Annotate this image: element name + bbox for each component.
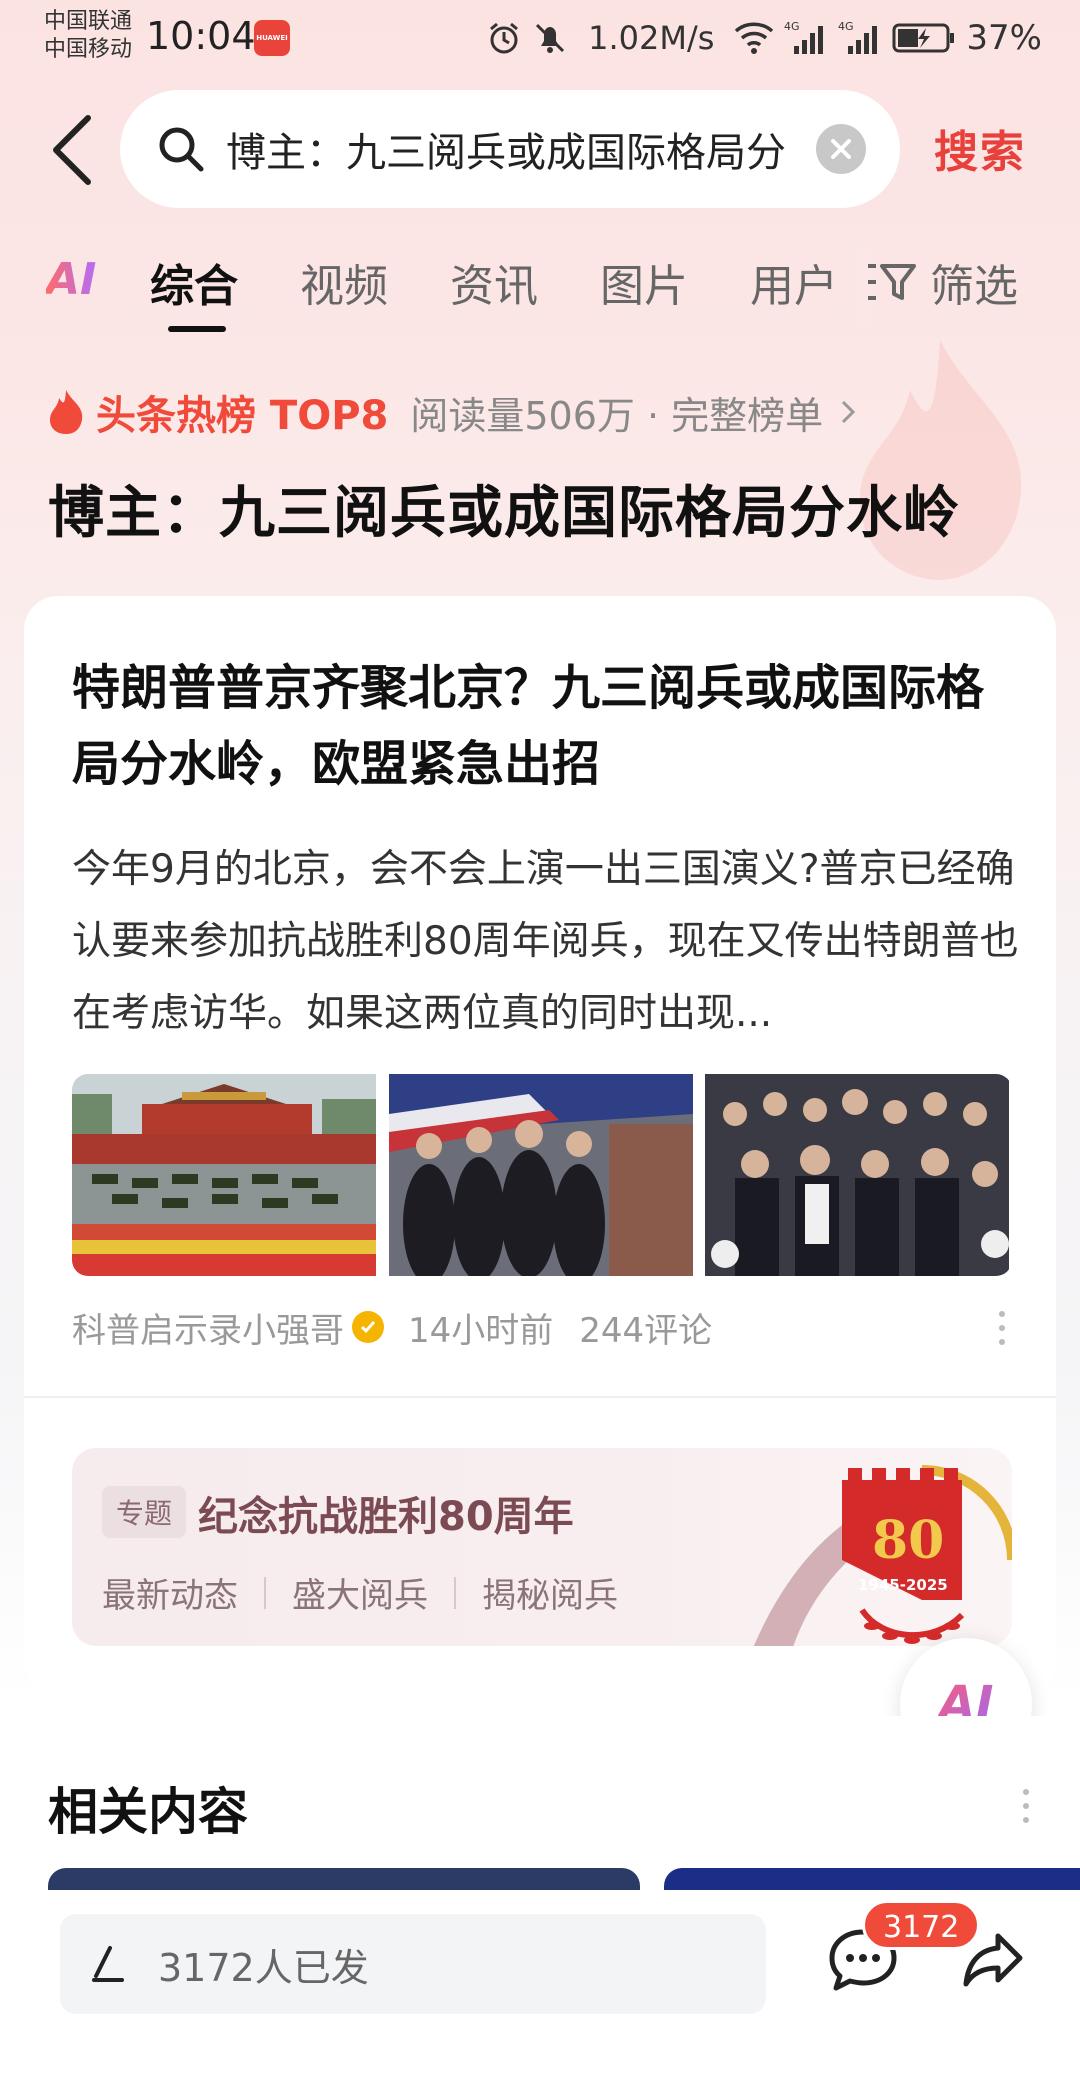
divider [264,1576,266,1609]
carrier-info: 中国联通 中国移动 [44,8,132,64]
filter-button[interactable]: 筛选 [866,250,1018,314]
publish-time: 14小时前 [408,1310,554,1351]
article-images[interactable] [72,1074,1012,1276]
navigation-hint [0,2066,1080,2080]
signal-icon-2: 4G [838,20,878,54]
article-summary[interactable]: 今年9月的北京，会不会上演一出三国演义?普京已经确认要来参加抗战胜利80周年阅兵… [72,834,1022,1050]
article-card[interactable]: 特朗普普京齐聚北京？九三阅兵或成国际格局分水岭，欧盟紧急出招 今年9月的北京，会… [24,596,1056,1694]
huawei-app-icon: HUAWEI [254,20,290,56]
status-indicators: 1.02M/s 4G 4G 37% [486,16,1042,60]
search-icon [159,127,204,172]
tab-video[interactable]: 视频 [300,250,388,314]
status-bar: 中国联通 中国移动 10:04 HUAWEI 1.02M/s 4G 4G 37% [0,0,1080,78]
battery-icon [892,23,955,53]
tab-comprehensive[interactable]: 综合 [150,250,238,314]
clear-icon[interactable] [816,124,866,174]
svg-text:4G: 4G [838,20,854,33]
chevron-right-icon [842,400,856,424]
author-name[interactable]: 科普启示录小强哥 [72,1303,344,1352]
flame-decoration-icon [860,340,1022,580]
active-tab-indicator [168,326,226,332]
page-title: 博主：九三阅兵或成国际格局分水岭 [48,481,960,546]
clock: 10:04 [146,14,256,58]
divider [24,1396,1056,1398]
emblem-years: 1945-2025 [858,1576,948,1594]
mute-icon [536,23,565,53]
hot-rank-label: 头条热榜 TOP8 [96,393,389,439]
search-button[interactable]: 搜索 [934,116,1026,180]
topic-links: 最新动态 盛大阅兵 揭秘阅兵 [102,1568,618,1617]
share-icon[interactable] [962,1928,1024,1990]
tab-news[interactable]: 资讯 [450,250,538,314]
flame-icon [50,390,83,434]
filter-icon [868,264,916,300]
tab-users[interactable]: 用户 [750,250,838,314]
carrier-1: 中国联通 [44,9,133,34]
svg-text:4G: 4G [784,20,800,33]
related-title: 相关内容 [48,1783,248,1841]
verified-icon [352,1311,384,1343]
topic-banner[interactable]: 专题 纪念抗战胜利80周年 最新动态 盛大阅兵 揭秘阅兵 80 1945-202… [72,1448,1012,1646]
filter-label: 筛选 [930,261,1018,312]
more-icon[interactable] [998,1308,1006,1348]
anniversary-emblem-icon: 80 1945-2025 [753,1465,1012,1646]
hot-rank-row[interactable]: 头条热榜 TOP8 阅读量506万 · 完整榜单 [46,386,861,439]
comment-input[interactable]: 3172人已发 [60,1914,766,2014]
emblem-number: 80 [872,1510,944,1571]
hot-rank-meta: 阅读量506万 · 完整榜单 [410,393,824,438]
topic-title[interactable]: 纪念抗战胜利80周年 [198,1484,574,1542]
wifi-icon [735,22,774,54]
network-speed: 1.02M/s [588,19,715,57]
topic-tag: 专题 [102,1486,187,1538]
search-input[interactable]: 博主：九三阅兵或成国际格局分水岭 [120,90,900,208]
divider [454,1576,456,1609]
back-icon[interactable] [48,112,98,188]
comment-placeholder: 3172人已发 [158,1945,369,1990]
topic-link-reveal[interactable]: 揭秘阅兵 [482,1568,618,1617]
tab-images[interactable]: 图片 [600,250,688,314]
signal-icon-1: 4G [784,20,824,54]
image-tiananmen-parade[interactable] [72,1074,379,1276]
image-trump-crowd[interactable] [705,1074,1012,1276]
comment-count: 244评论 [579,1310,713,1351]
battery-percent: 37% [966,18,1042,58]
article-title[interactable]: 特朗普普京齐聚北京？九三阅兵或成国际格局分水岭，欧盟紧急出招 [72,650,1012,802]
image-putin-arrival[interactable] [388,1074,696,1276]
alarm-icon [490,22,519,54]
pen-icon [92,1946,124,1982]
search-query[interactable]: 博主：九三阅兵或成国际格局分水岭 [226,120,786,178]
topic-link-latest[interactable]: 最新动态 [102,1568,238,1617]
article-meta: 科普启示录小强哥 14小时前 244评论 [72,1302,712,1352]
carrier-2: 中国移动 [44,37,133,62]
bottom-bar: 3172人已发 3172 [0,1890,1080,2080]
more-icon[interactable] [1022,1786,1030,1826]
tab-fade [830,246,870,326]
topic-link-parade[interactable]: 盛大阅兵 [292,1568,428,1617]
